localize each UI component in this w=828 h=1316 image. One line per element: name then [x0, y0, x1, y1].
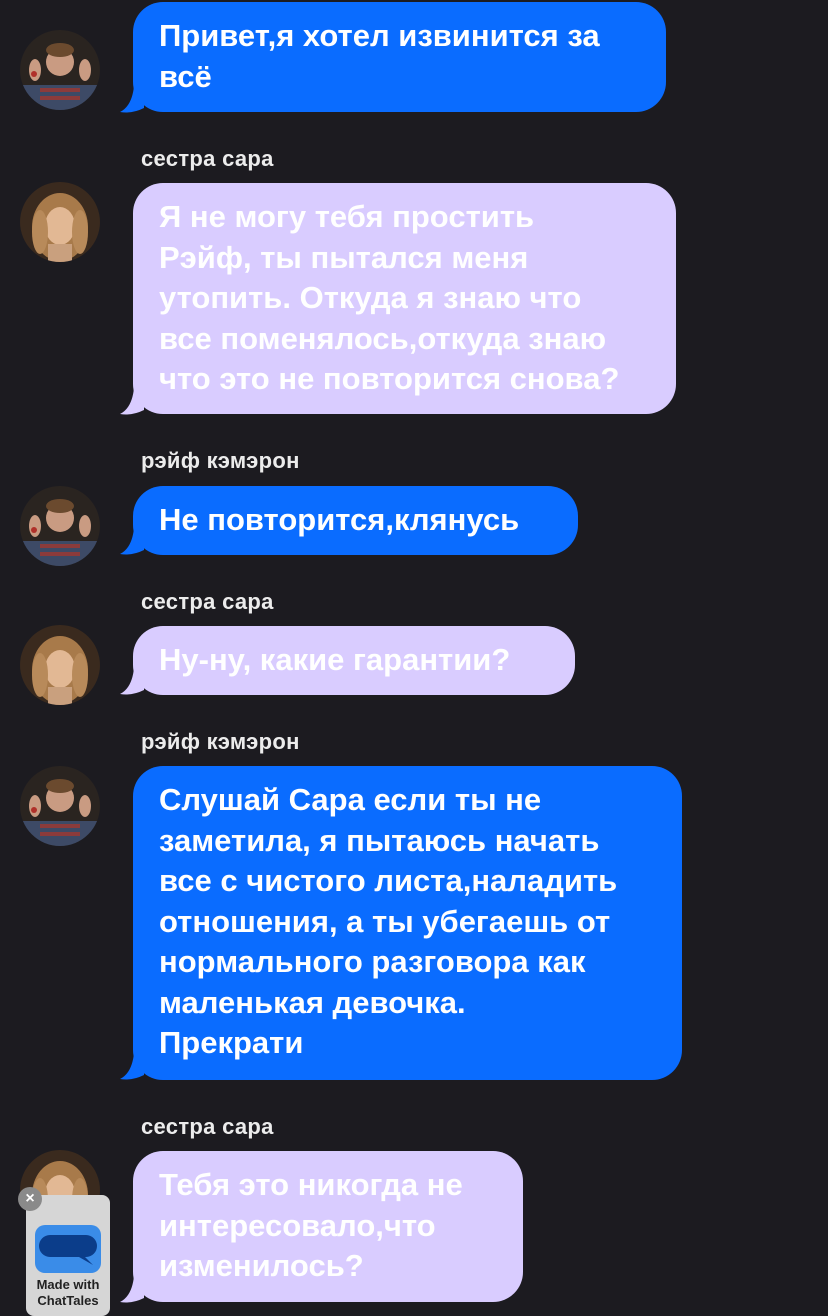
message-bubble[interactable]: Я не могу тебя простить Рэйф, ты пытался… [133, 183, 676, 414]
rafe-avatar[interactable] [20, 486, 100, 566]
sender-name: рэйф кэмэрон [141, 729, 300, 754]
sender-name: сестра сара [141, 146, 274, 171]
sarah-avatar[interactable] [20, 625, 100, 705]
badge-line1: Made with [36, 1277, 100, 1292]
chat-bubble-icon [35, 1225, 101, 1273]
rafe-avatar[interactable] [20, 766, 100, 846]
message-bubble[interactable]: Ну-ну, какие гарантии? [133, 626, 575, 695]
rafe-avatar[interactable] [20, 30, 100, 110]
message-bubble[interactable]: Не повторится,клянусь [133, 486, 578, 555]
close-icon[interactable]: × [18, 1187, 42, 1211]
message-bubble[interactable]: Слушай Сара если ты не заметила, я пытаю… [133, 766, 682, 1080]
sarah-avatar[interactable] [20, 182, 100, 262]
sender-name: рэйф кэмэрон [141, 448, 300, 473]
chat-screen: Привет,я хотел извинится за всё сестра с… [0, 0, 828, 1316]
badge-line2: ChatTales [37, 1293, 99, 1308]
sender-name: сестра сара [141, 1114, 274, 1139]
message-bubble[interactable]: Привет,я хотел извинится за всё [133, 2, 666, 112]
badge-label: Made with ChatTales [26, 1277, 110, 1309]
message-bubble[interactable]: Тебя это никогда не интересовало,что изм… [133, 1151, 523, 1302]
sender-name: сестра сара [141, 589, 274, 614]
chattales-badge[interactable]: Made with ChatTales × [18, 1187, 110, 1316]
